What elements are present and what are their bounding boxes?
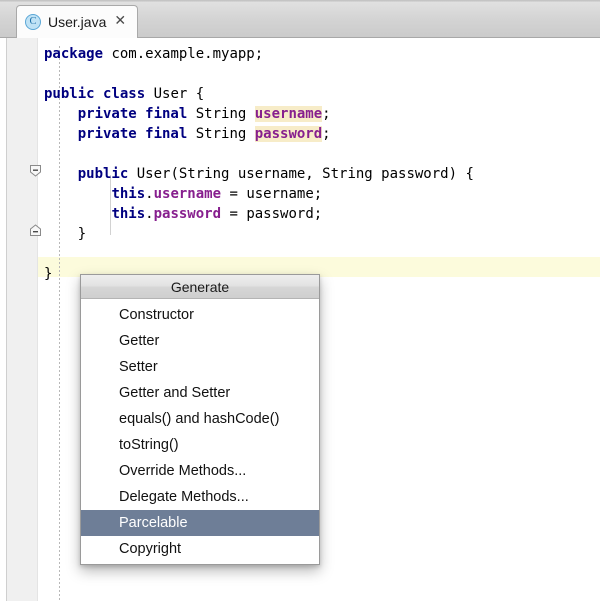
code-token (44, 166, 78, 182)
fold-marker-collapse-constructor[interactable] (28, 163, 43, 178)
generate-popup-list[interactable]: ConstructorGetterSetterGetter and Setter… (81, 299, 319, 564)
generate-popup-item-constructor[interactable]: Constructor (81, 302, 319, 328)
code-token: this (111, 206, 145, 222)
gutter-left-edge (0, 38, 7, 601)
fold-marker-end-constructor[interactable] (28, 223, 43, 238)
generate-popup-item-getter-and-setter[interactable]: Getter and Setter (81, 380, 319, 406)
code-content[interactable]: package com.example.myapp; public class … (44, 44, 474, 284)
code-token: String (187, 106, 254, 122)
generate-popup-item-equals-and-hashcode[interactable]: equals() and hashCode() (81, 406, 319, 432)
generate-popup[interactable]: Generate ConstructorGetterSetterGetter a… (80, 274, 320, 565)
code-line: } (44, 224, 474, 244)
editor-tab-user-java[interactable]: C User.java ✕ (16, 5, 138, 38)
code-token: username (255, 106, 322, 122)
generate-popup-title: Generate (81, 275, 319, 299)
code-token: } (44, 266, 52, 282)
code-token: = password; (221, 206, 322, 222)
code-line: public class User { (44, 84, 474, 104)
code-line (44, 144, 474, 164)
code-token: username (154, 186, 221, 202)
code-line: package com.example.myapp; (44, 44, 474, 64)
code-token: . (145, 186, 153, 202)
close-icon[interactable]: ✕ (113, 14, 127, 30)
code-token: public class (44, 86, 145, 102)
generate-popup-item-copyright[interactable]: Copyright (81, 536, 319, 562)
code-line (44, 64, 474, 84)
code-token: User { (145, 86, 204, 102)
code-token (44, 106, 78, 122)
generate-popup-item-override-methods[interactable]: Override Methods... (81, 458, 319, 484)
code-token: com.example.myapp; (103, 46, 263, 62)
code-token (44, 186, 111, 202)
code-token: package (44, 46, 103, 62)
code-token: = username; (221, 186, 322, 202)
code-token: ; (322, 106, 330, 122)
code-token (44, 206, 111, 222)
tab-label: User.java (48, 14, 106, 30)
code-token: String (187, 126, 254, 142)
code-line: private final String username; (44, 104, 474, 124)
code-token: password (154, 206, 221, 222)
editor-gutter[interactable] (0, 38, 38, 601)
code-line: this.username = username; (44, 184, 474, 204)
code-token: this (111, 186, 145, 202)
code-token: ; (322, 126, 330, 142)
code-line (44, 244, 474, 264)
code-token: password (255, 126, 322, 142)
code-token: private final (78, 126, 188, 142)
code-token: . (145, 206, 153, 222)
code-line: public User(String username, String pass… (44, 164, 474, 184)
code-token (44, 126, 78, 142)
generate-popup-item-setter[interactable]: Setter (81, 354, 319, 380)
code-token: User(String username, String password) { (128, 166, 474, 182)
generate-popup-item-getter[interactable]: Getter (81, 328, 319, 354)
code-token: public (78, 166, 129, 182)
generate-popup-item-delegate-methods[interactable]: Delegate Methods... (81, 484, 319, 510)
code-line: this.password = password; (44, 204, 474, 224)
code-token: } (44, 226, 86, 242)
code-line: private final String password; (44, 124, 474, 144)
generate-popup-item-parcelable[interactable]: Parcelable (81, 510, 319, 536)
generate-popup-item-tostring[interactable]: toString() (81, 432, 319, 458)
tab-bar-top-edge (0, 0, 600, 2)
java-class-icon: C (25, 14, 41, 30)
editor-tab-bar: C User.java ✕ (0, 0, 600, 38)
ide-window: C User.java ✕ package com.example.myap (0, 0, 600, 601)
code-token: private final (78, 106, 188, 122)
